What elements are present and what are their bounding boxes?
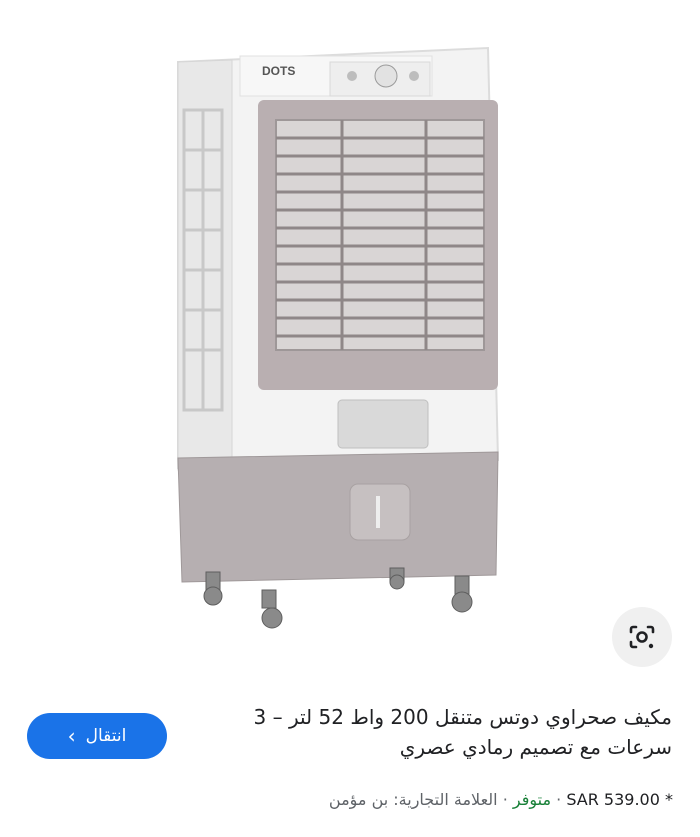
product-image[interactable]: DOTS [0, 0, 700, 690]
lens-glyph [629, 625, 655, 649]
separator: · [556, 790, 562, 809]
air-cooler-photo: DOTS [177, 46, 500, 629]
price: SAR 539.00 * [566, 790, 673, 809]
go-button[interactable]: ‹ انتقال [27, 713, 167, 759]
price-value: SAR 539.00 [566, 790, 660, 809]
go-button-label: انتقال [85, 726, 127, 746]
brand-logo: DOTS [262, 64, 295, 78]
product-info: مكيف صحراوي دوتس متنقل 200 واط 52 لتر – … [0, 690, 700, 837]
chevron-left-icon: ‹ [67, 724, 76, 748]
brand-label: العلامة التجارية: بن مؤمن [328, 790, 498, 809]
separator: · [502, 790, 508, 809]
availability-badge: متوفر [512, 790, 552, 809]
price-marker: * [665, 790, 673, 809]
google-lens-icon[interactable] [612, 607, 672, 667]
product-meta: SAR 539.00 * · متوفر · العلامة التجارية:… [329, 790, 673, 809]
product-title[interactable]: مكيف صحراوي دوتس متنقل 200 واط 52 لتر – … [232, 702, 672, 762]
